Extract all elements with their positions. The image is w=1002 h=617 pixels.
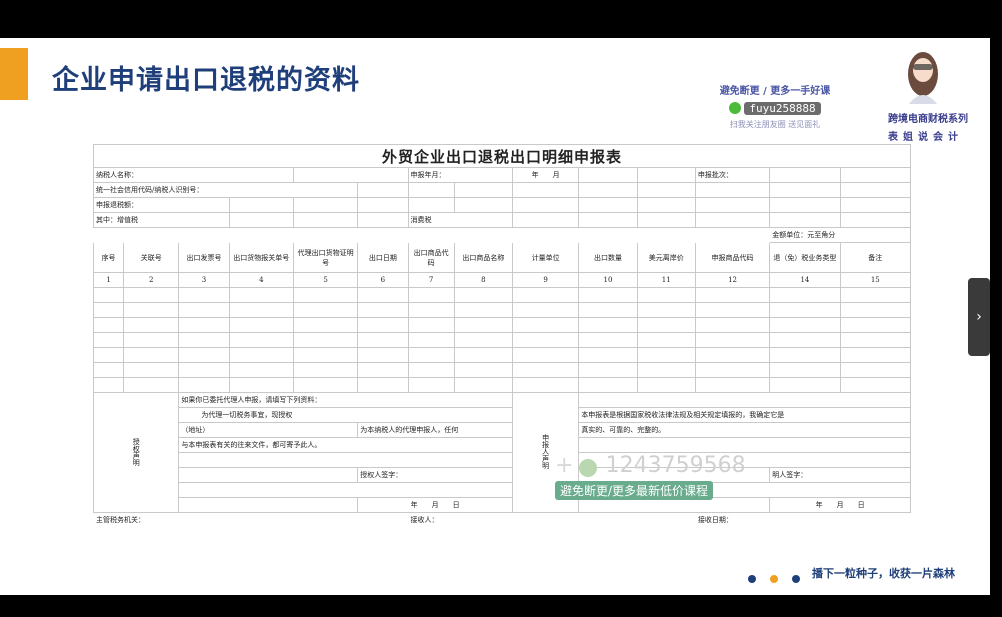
decl-line-1: 本申报表是根据国家税收法律法规及相关规定填报的，我确定它是 <box>578 407 911 423</box>
auth-signature: 授权人签字： <box>357 467 513 483</box>
column-number: 7 <box>407 272 455 288</box>
column-header: 备注 <box>839 242 912 273</box>
authorization-label: 授权声明 <box>92 392 180 513</box>
chevron-right-icon: › <box>976 309 982 325</box>
series-label: 跨境电商财税系列 <box>888 114 968 125</box>
column-header: 序号 <box>92 242 125 273</box>
promo-block: 避免断更 / 更多一手好课 fuyu258888 扫我关注朋友圈 送见面礼 <box>705 82 845 130</box>
column-header: 出口货物报关单号 <box>228 242 294 273</box>
table-row <box>92 302 912 318</box>
watermark-phone: 1243759568 <box>605 453 746 478</box>
column-number: 11 <box>636 272 696 288</box>
table-row <box>92 362 912 378</box>
amount-unit-label: 金额单位：元至角分 <box>769 227 911 243</box>
form-title: 外贸企业出口退税出口明细申报表 <box>93 144 911 168</box>
auth-date: 年 月 日 <box>357 497 513 513</box>
promo-line: 避免断更 / 更多一手好课 <box>719 86 831 97</box>
column-number: 12 <box>694 272 771 288</box>
column-header: 出口商品代码 <box>407 242 455 273</box>
dot-2 <box>770 575 779 583</box>
vat-label: 其中：增值税 <box>93 212 230 228</box>
column-header: 计量单位 <box>511 242 580 273</box>
decorative-dots <box>748 568 809 587</box>
column-number: 10 <box>578 272 638 288</box>
column-header: 申报商品代码 <box>694 242 771 273</box>
column-header: 美元离岸价 <box>636 242 696 273</box>
presenter-avatar <box>908 52 938 104</box>
decl-line-2: 真实的、可靠的、完整的。 <box>578 422 911 438</box>
receive-date-label: 接收日期： <box>697 516 733 524</box>
column-header: 关联号 <box>123 242 180 273</box>
credit-code-label: 统一社会信用代码/纳税人识别号： <box>92 182 359 198</box>
column-header: 出口商品名称 <box>453 242 514 273</box>
dot-1 <box>748 575 756 583</box>
tax-authority-label: 主管税务机关： <box>96 516 145 524</box>
receiver-label: 接收人： <box>410 516 439 524</box>
auth-line-3b: 为本纳税人的代理申报人，任何 <box>357 422 513 438</box>
column-number: 6 <box>357 272 409 288</box>
auth-line-3a: （地址） <box>178 422 359 438</box>
dot-3 <box>792 575 801 583</box>
column-number: 8 <box>453 272 514 288</box>
consumption-tax-label: 消费税 <box>407 212 513 228</box>
table-row <box>92 377 912 393</box>
column-number: 4 <box>228 272 294 288</box>
next-slide-button[interactable]: › <box>968 278 990 356</box>
auth-line-1: 如果你已委托代理人申报，请填写下列资料： <box>178 392 513 408</box>
batch-label: 申报批次： <box>694 167 771 183</box>
auth-line-4: 与本申报表有关的往来文件，都可寄予此人。 <box>178 437 513 453</box>
slogan: 播下一粒种子，收获一片森林 <box>812 567 955 580</box>
wechat-id: fuyu258888 <box>744 102 821 115</box>
slide: 企业申请出口退税的资料 避免断更 / 更多一手好课 fuyu258888 扫我关… <box>0 38 990 595</box>
watermark: + 1243759568 避免断更/更多最新低价课程 <box>555 453 746 500</box>
month-label: 月 <box>552 171 560 179</box>
column-number: 2 <box>123 272 180 288</box>
column-header: 代理出口货物证明号 <box>292 242 359 273</box>
presenter-name: 表姐说会计 <box>888 132 963 143</box>
decl-signature: 明人签字： <box>769 467 911 483</box>
column-number: 3 <box>178 272 230 288</box>
promo-subline: 扫我关注朋友圈 送见面礼 <box>729 120 821 129</box>
slide-title: 企业申请出口退税的资料 <box>52 65 360 96</box>
column-header: 退（免）税业务类型 <box>769 242 841 273</box>
column-header: 出口发票号 <box>178 242 230 273</box>
column-number: 9 <box>511 272 580 288</box>
column-number: 14 <box>769 272 841 288</box>
title-accent-bar <box>0 48 28 100</box>
year-label: 年 <box>531 171 539 179</box>
column-number: 5 <box>292 272 359 288</box>
watermark-badge: 避免断更/更多最新低价课程 <box>555 481 714 500</box>
auth-line-2: 为代理一切税务事宜，现授权 <box>178 407 513 423</box>
table-row <box>92 332 912 348</box>
column-header: 出口日期 <box>357 242 409 273</box>
export-refund-form: 外贸企业出口退税出口明细申报表 纳税人名称： 申报年月： 年 月 申报批次： 统… <box>92 144 912 528</box>
table-row <box>92 347 912 363</box>
wechat-icon <box>578 458 597 477</box>
watermark-plus: + <box>555 453 574 478</box>
refund-amount-label: 申报退税额： <box>93 197 230 213</box>
column-header: 出口数量 <box>578 242 638 273</box>
taxpayer-name-label: 纳税人名称： <box>93 167 294 183</box>
column-number: 1 <box>92 272 125 288</box>
table-row <box>92 317 912 333</box>
column-number: 15 <box>839 272 912 288</box>
declare-month-label: 申报年月： <box>410 171 446 179</box>
decl-date: 年 月 日 <box>769 497 911 513</box>
table-row <box>92 287 912 303</box>
wechat-icon <box>729 101 742 114</box>
